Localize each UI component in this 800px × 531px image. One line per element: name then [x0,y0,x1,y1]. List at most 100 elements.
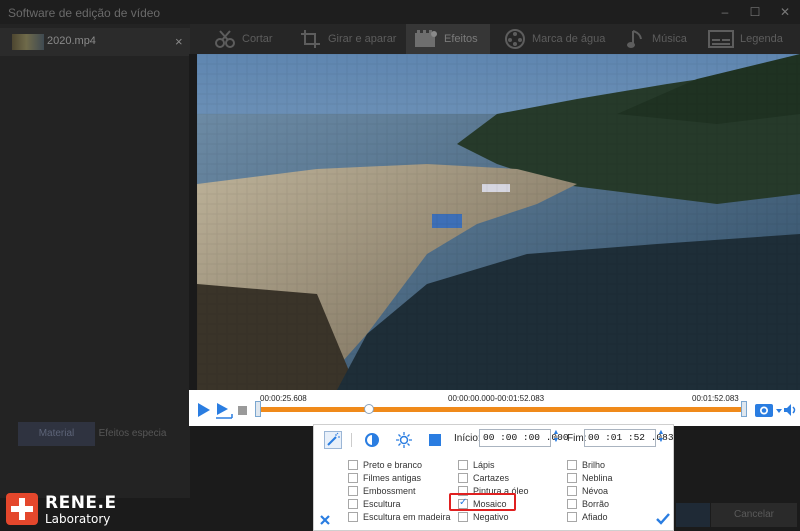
contrast-icon[interactable] [363,431,381,449]
effect-checkbox[interactable] [458,512,468,522]
cut-icon [215,30,235,48]
tab-material[interactable]: Material [18,422,95,446]
effect-label: Afiado [582,512,608,522]
effect-checkbox[interactable] [458,473,468,483]
window-title: Software de edição de vídeo [8,6,161,20]
effect-checkbox[interactable] [567,460,577,470]
maximize-button[interactable]: ☐ [740,2,770,22]
effect-label: Pintura a óleo [473,486,529,496]
end-time-spinner[interactable]: ▲ ▼ [656,429,666,447]
minimize-button[interactable]: – [710,2,740,22]
effect-option[interactable]: Escultura [348,499,401,509]
effect-option[interactable]: Neblina [567,473,613,483]
effect-label: Preto e branco [363,460,423,470]
tool-cut[interactable]: Cortar [214,24,273,54]
start-time-input[interactable]: 00 :00 :00 .000 [479,429,569,447]
tool-music[interactable]: Música [626,24,687,54]
tool-rotate-crop-label: Girar e aparar [328,33,397,45]
effect-label: Filmes antigas [363,473,422,483]
file-item[interactable]: 2020.mp4 × [0,28,190,56]
confirm-check-icon[interactable] [656,513,670,525]
effect-option[interactable]: Embossment [348,486,416,496]
watermark-icon [505,29,525,49]
tool-subtitle[interactable]: Legenda [708,24,783,54]
effect-checkbox[interactable] [348,499,358,509]
effect-label: Mosaico [473,499,507,509]
effect-option[interactable]: Névoa [567,486,608,496]
effect-option[interactable]: Filmes antigas [348,473,421,483]
effect-checkbox[interactable] [458,460,468,470]
tool-watermark[interactable]: Marca de água [504,24,605,54]
play-icon[interactable] [196,402,212,418]
effect-checkbox[interactable] [348,486,358,496]
start-handle[interactable] [255,401,261,417]
tool-effects-label: Efeitos [444,33,478,45]
effect-label: Escultura [363,499,401,509]
stop-icon[interactable] [238,406,247,415]
effect-option[interactable]: Negativo [458,512,509,522]
effect-checkbox[interactable] [348,460,358,470]
start-time-label: Início: [454,433,481,444]
timeline-track[interactable] [258,407,743,412]
music-icon [627,30,642,48]
effects-panel: Início: 00 :00 :00 .000 ▲ ▼ Fim: 00 :01 :… [313,424,674,531]
effect-option[interactable]: Preto e branco [348,460,422,470]
effect-label: Negativo [473,512,509,522]
effect-checkbox[interactable] [567,512,577,522]
effect-option[interactable]: Pintura a óleo [458,486,529,496]
video-preview [189,54,800,390]
tool-cut-label: Cortar [242,33,273,45]
effect-option[interactable]: Afiado [567,512,608,522]
end-time-input[interactable]: 00 :01 :52 .083 [584,429,674,447]
spin-down-icon[interactable]: ▼ [551,437,561,445]
cancel-button[interactable]: Cancelar [711,503,797,527]
title-bar: Software de edição de vídeo [0,0,800,24]
effect-option[interactable]: Cartazes [458,473,509,483]
effect-option[interactable]: Lápis [458,460,495,470]
mosaic-checkbox[interactable] [458,497,468,509]
tool-music-label: Música [652,33,687,45]
end-handle[interactable] [741,401,747,417]
effects-separator [351,433,352,447]
close-window-button[interactable]: ✕ [770,2,800,22]
start-time-spinner[interactable]: ▲ ▼ [551,429,561,447]
close-icon[interactable] [319,514,331,526]
effect-label: Borrão [582,499,610,509]
playhead-knob[interactable] [363,404,374,414]
magic-wand-icon[interactable] [324,431,342,449]
edit-toolbar: Cortar Girar e aparar Efeitos Marca de á… [190,24,800,54]
effect-option-mosaic[interactable]: Mosaico [458,497,507,509]
time-range: 00:00:00.000-00:01:52.083 [448,394,545,403]
effect-checkbox[interactable] [567,473,577,483]
effect-checkbox[interactable] [458,486,468,496]
volume-icon[interactable] [783,403,797,417]
subtitle-icon [708,30,734,48]
current-time: 00:00:25.608 [260,394,307,403]
ok-button-partial[interactable] [676,503,710,527]
tab-special-effects[interactable]: Efeitos especia [95,422,170,446]
brightness-icon[interactable] [395,431,413,449]
spin-down-icon[interactable]: ▼ [656,437,666,445]
tool-rotate-crop[interactable]: Girar e aparar [300,24,396,54]
effect-option[interactable]: Borrão [567,499,609,509]
end-time: 00:01:52.083 [692,394,739,403]
effect-checkbox[interactable] [348,473,358,483]
snapshot-icon[interactable] [754,401,784,419]
effect-checkbox[interactable] [348,512,358,522]
media-panel: 2020.mp4 × Material Efeitos especia [0,24,190,498]
crop-icon [301,30,320,48]
effect-option[interactable]: Escultura em madeira [348,512,451,522]
remove-file-icon[interactable]: × [175,34,183,49]
effect-label: Neblina [582,473,613,483]
effect-label: Embossment [363,486,416,496]
effect-option[interactable]: Brilho [567,460,605,470]
saturation-icon[interactable] [426,431,444,449]
spin-up-icon[interactable]: ▲ [656,429,666,437]
brand-name: RENE.E [45,493,117,513]
play-segment-icon[interactable] [215,402,233,420]
effect-checkbox[interactable] [567,486,577,496]
video-frame [197,54,800,390]
effect-checkbox[interactable] [567,499,577,509]
spin-up-icon[interactable]: ▲ [551,429,561,437]
tool-effects[interactable]: Efeitos [406,24,490,54]
